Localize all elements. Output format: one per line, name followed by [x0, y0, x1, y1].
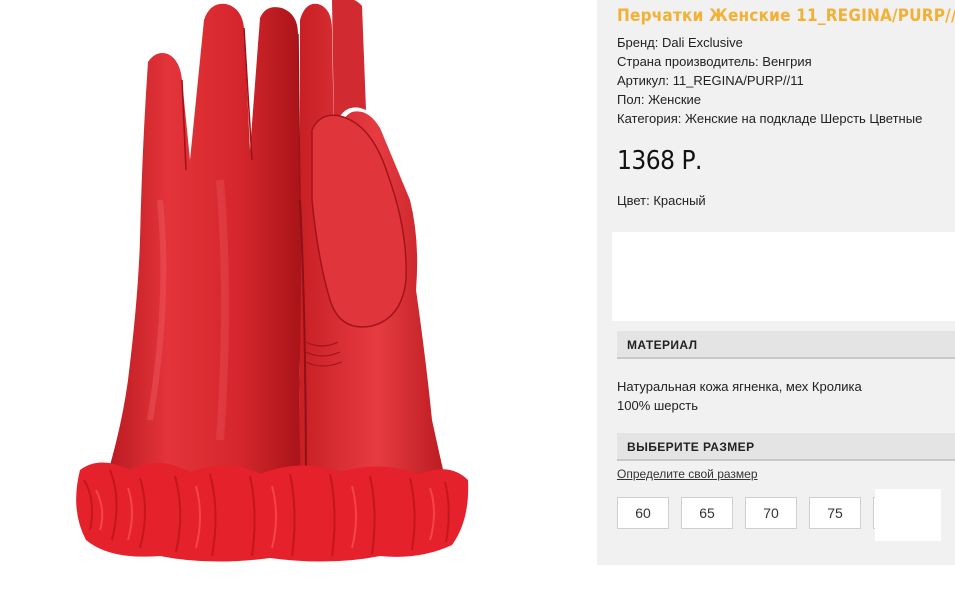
- material-line: 100% шерсть: [617, 398, 698, 413]
- product-color: Цвет: Красный: [617, 193, 706, 208]
- product-image[interactable]: [0, 0, 597, 565]
- size-option-75[interactable]: 75: [809, 497, 861, 529]
- product-price: 1368 Р.: [617, 146, 702, 176]
- size-option-60[interactable]: 60: [617, 497, 669, 529]
- spec-country: Страна производитель: Венгрия: [617, 54, 812, 69]
- material-header-label: МАТЕРИАЛ: [627, 338, 698, 352]
- blank-block: [612, 232, 955, 321]
- product-title: Перчатки Женские 11_REGINA/PURP//11: [617, 6, 955, 26]
- material-description: Натуральная кожа ягненка, мех Кролика 10…: [617, 377, 862, 415]
- size-header: ВЫБЕРИТЕ РАЗМЕР: [617, 433, 955, 461]
- size-option-65[interactable]: 65: [681, 497, 733, 529]
- glove-illustration: [76, 0, 469, 562]
- spec-gender: Пол: Женские: [617, 92, 702, 107]
- size-guide-link[interactable]: Определите свой размер: [617, 467, 758, 481]
- overlay-cover: [875, 489, 941, 541]
- spec-article: Артикул: 11_REGINA/PURP//11: [617, 73, 804, 88]
- size-option-70[interactable]: 70: [745, 497, 797, 529]
- size-header-label: ВЫБЕРИТЕ РАЗМЕР: [627, 440, 755, 454]
- material-header: МАТЕРИАЛ: [617, 331, 955, 359]
- material-line: Натуральная кожа ягненка, мех Кролика: [617, 379, 862, 394]
- spec-brand: Бренд: Dali Exclusive: [617, 35, 743, 50]
- spec-category: Категория: Женские на подкладе Шерсть Цв…: [617, 111, 923, 126]
